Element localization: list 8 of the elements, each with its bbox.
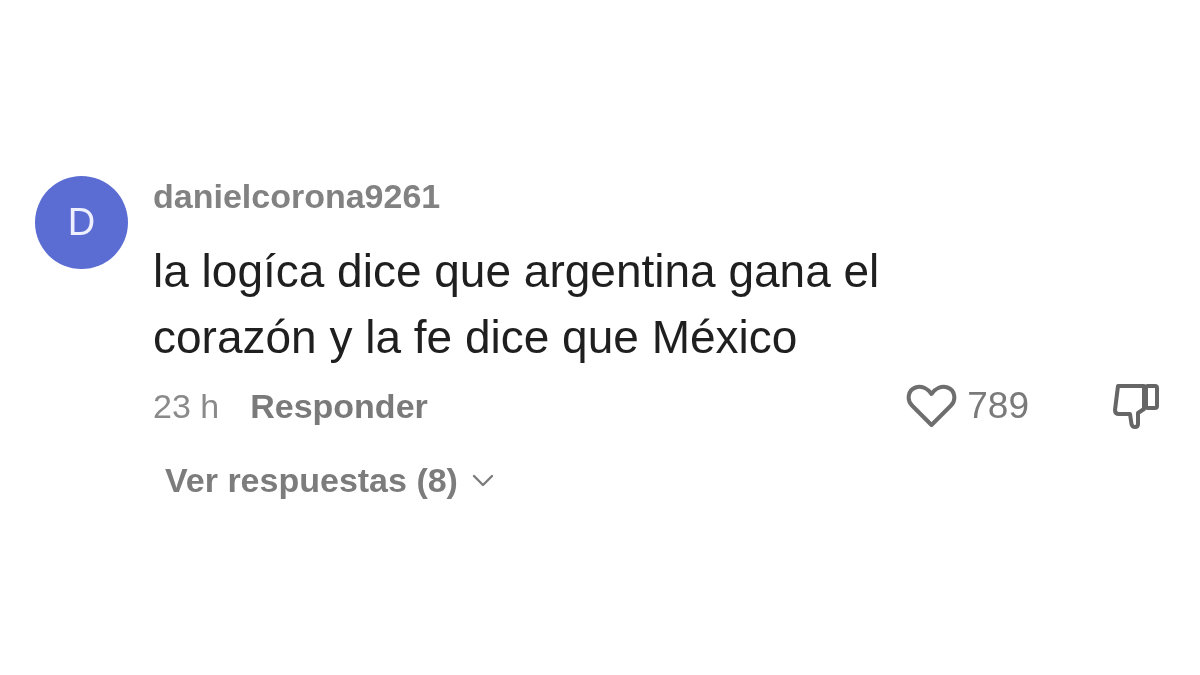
username[interactable]: danielcorona9261	[153, 176, 441, 216]
comment-time: 23 h	[153, 386, 220, 426]
avatar-circle[interactable]: D	[35, 176, 128, 269]
reply-button[interactable]: Responder	[250, 386, 428, 426]
comment-text: la logíca dice que argentina gana el corazón y la fe dice que México	[153, 244, 881, 365]
view-replies-button[interactable]: Ver respuestas (8)	[165, 460, 494, 500]
thumbs-down-icon[interactable]	[1112, 383, 1160, 429]
like-button[interactable]: 789	[906, 384, 1029, 428]
